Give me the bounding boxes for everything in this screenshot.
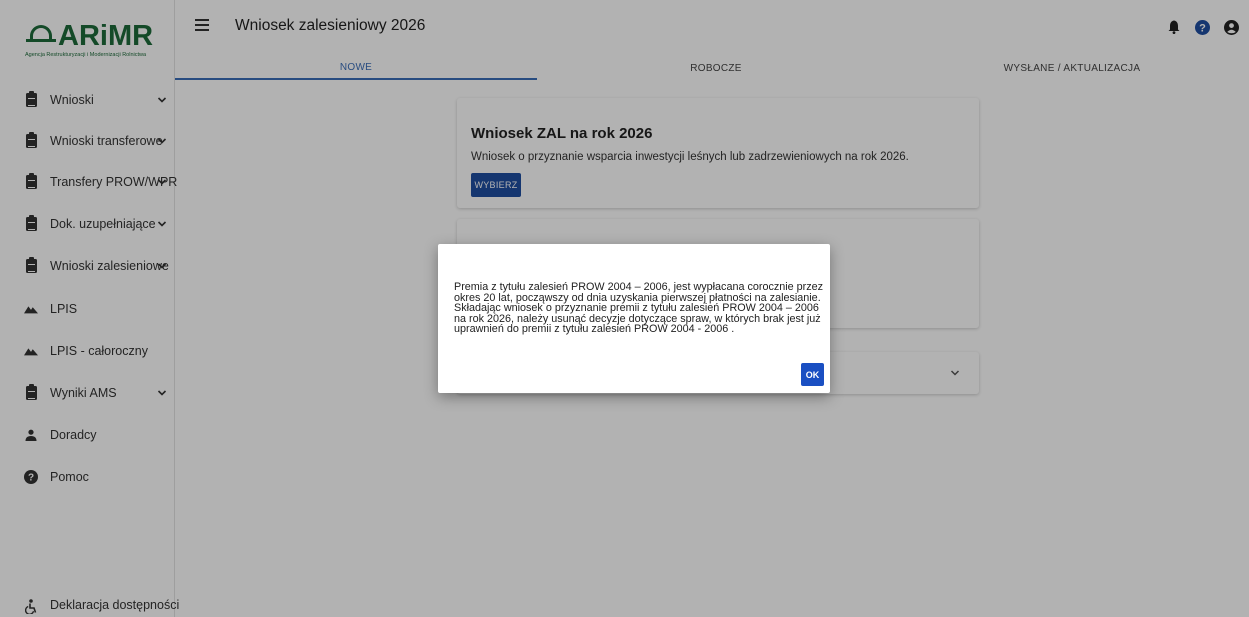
dialog-message: Premia z tytułu zalesień PROW 2004 – 200…	[454, 282, 824, 335]
info-dialog: Premia z tytułu zalesień PROW 2004 – 200…	[438, 244, 830, 393]
dialog-line: uprawnień do premii z tytułu zalesień PR…	[454, 323, 735, 336]
dialog-line: Premia z tytułu zalesień PROW 2004 – 200…	[454, 281, 824, 293]
ok-button[interactable]: OK	[801, 363, 824, 386]
